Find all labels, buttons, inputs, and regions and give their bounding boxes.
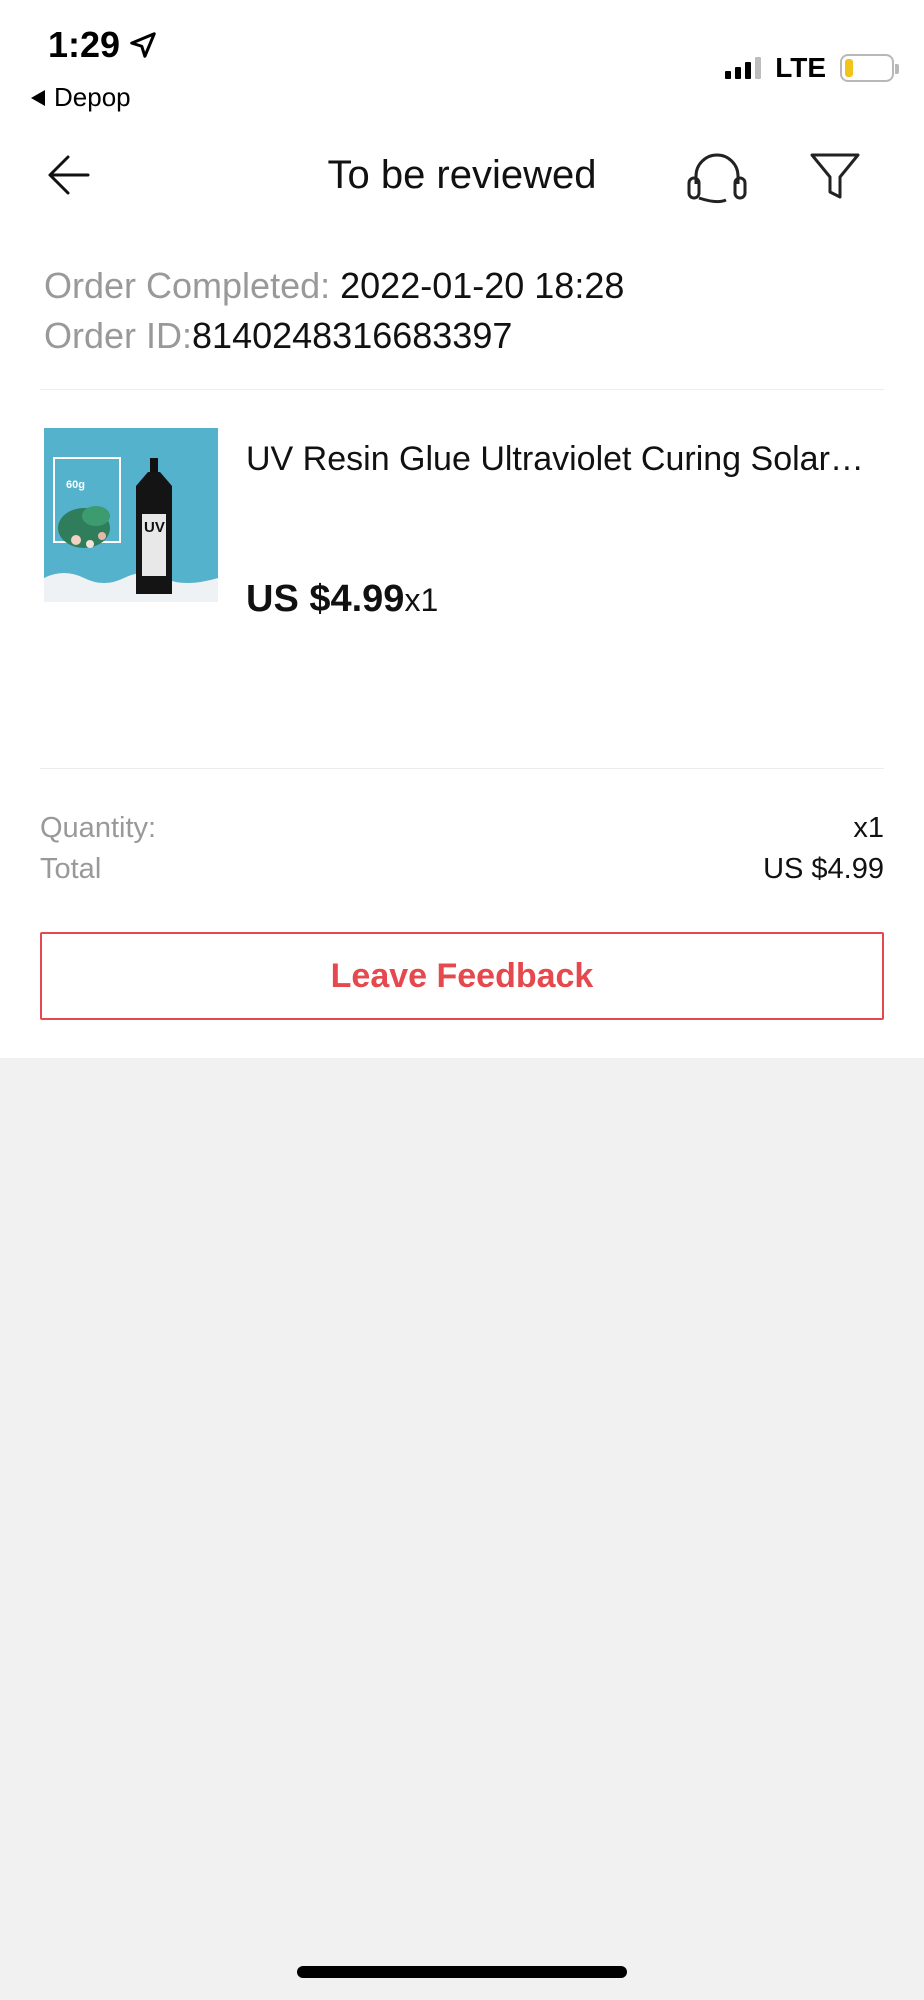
order-completed-label: Order Completed: <box>44 265 331 306</box>
order-completed-value: 2022-01-20 18:28 <box>330 265 625 306</box>
filter-icon <box>810 153 860 199</box>
divider <box>40 768 884 769</box>
status-time: 1:29 <box>48 24 158 66</box>
customer-support-button[interactable] <box>684 148 750 208</box>
status-indicators: LTE <box>725 52 899 84</box>
divider <box>40 389 884 390</box>
product-title[interactable]: UV Resin Glue Ultraviolet Curing Solar… <box>246 440 886 479</box>
leave-feedback-button[interactable]: Leave Feedback <box>40 932 884 1020</box>
total-label: Total <box>40 853 102 885</box>
home-indicator[interactable] <box>297 1966 627 1978</box>
order-completed-row: Order Completed: 2022-01-20 18:28 <box>44 265 624 307</box>
product-image[interactable]: 60g UV <box>44 428 218 602</box>
quantity-label: Quantity: <box>40 812 157 844</box>
product-price: US $4.99 <box>246 578 405 620</box>
total-value: US $4.99 <box>763 853 884 885</box>
location-arrow-icon <box>130 32 156 58</box>
image-weight-text: 60g <box>66 479 85 491</box>
return-to-app-link[interactable]: Depop <box>30 82 131 113</box>
quantity-value: x1 <box>853 812 884 844</box>
battery-icon <box>840 54 899 82</box>
order-id-row: Order ID:8140248316683397 <box>44 315 512 357</box>
product-photo: 60g UV <box>44 428 218 602</box>
back-triangle-icon <box>31 89 45 106</box>
network-label: LTE <box>775 52 826 83</box>
page-title: To be reviewed <box>327 153 597 197</box>
product-quantity: x1 <box>404 582 439 618</box>
image-brand-text: UV <box>144 519 165 536</box>
time-text: 1:29 <box>48 24 121 65</box>
order-id-value[interactable]: 8140248316683397 <box>192 315 512 356</box>
product-price-row: US $4.99 x1 <box>246 578 438 621</box>
return-app-label: Depop <box>54 82 131 112</box>
order-id-label: Order ID: <box>44 315 193 356</box>
signal-icon <box>725 57 762 79</box>
filter-button[interactable] <box>806 146 864 206</box>
headset-icon <box>687 153 747 204</box>
order-review-screen: 1:29 Depop LTE To be reviewed Order Comp… <box>0 0 924 2000</box>
